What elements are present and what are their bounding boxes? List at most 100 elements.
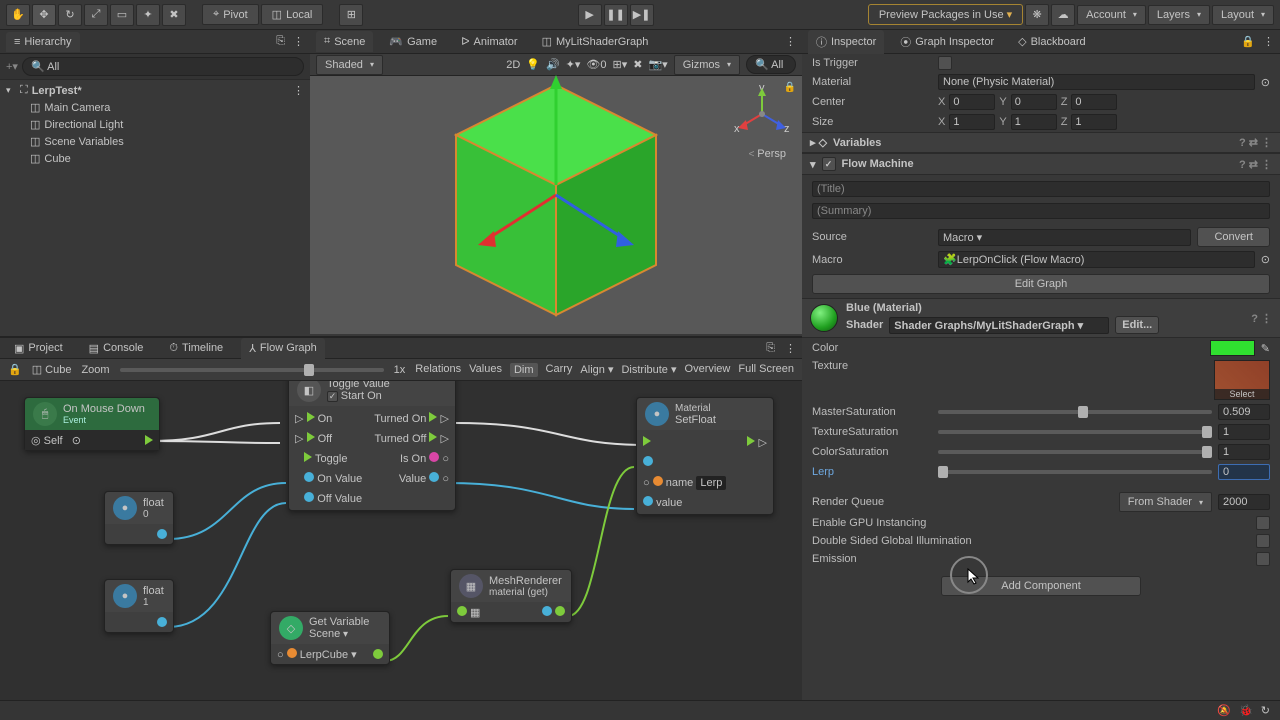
tab-console[interactable]: ▤ Console: [81, 338, 152, 359]
size-x[interactable]: [949, 114, 995, 130]
pause-button[interactable]: ❚❚: [604, 4, 628, 26]
tab-shadergraph[interactable]: ◫ MyLitShaderGraph: [534, 31, 657, 52]
tab-inspector[interactable]: ⓘ Inspector: [808, 30, 884, 54]
size-y[interactable]: [1011, 114, 1057, 130]
opt-dim[interactable]: Dim: [510, 363, 538, 377]
edit-graph-button[interactable]: Edit Graph: [812, 274, 1270, 294]
tab-timeline[interactable]: ⏱ Timeline: [161, 338, 231, 359]
object-picker-icon[interactable]: ⊙: [1261, 76, 1270, 89]
menu-icon[interactable]: ⋮: [293, 35, 304, 48]
color-swatch[interactable]: [1210, 340, 1255, 356]
menu-icon[interactable]: ⋮: [1263, 35, 1274, 48]
popout-icon[interactable]: ⎘: [766, 342, 775, 355]
custom-tool[interactable]: ✖: [162, 4, 186, 26]
add-component-button[interactable]: Add Component: [941, 576, 1141, 596]
scene-view[interactable]: y x z < Persp 🔒: [310, 76, 802, 334]
opt-align[interactable]: Align ▾: [580, 363, 613, 377]
hierarchy-search[interactable]: 🔍 All: [22, 57, 304, 76]
dsgi-check[interactable]: [1256, 534, 1270, 548]
opt-overview[interactable]: Overview: [685, 363, 731, 377]
rotate-tool[interactable]: ↻: [58, 4, 82, 26]
node-float-1[interactable]: ●float1: [104, 579, 174, 633]
tab-scene[interactable]: ⌗ Scene: [316, 31, 373, 52]
macro-summary-field[interactable]: (Summary): [812, 203, 1270, 219]
breadcrumb[interactable]: ◫ Cube: [32, 363, 72, 376]
flow-enabled-check[interactable]: ✓: [822, 157, 836, 171]
tree-item[interactable]: ◫ Cube: [0, 150, 310, 167]
node-toggle-value[interactable]: ◧Toggle Value✓ Start On ▷ OnTurned On ▷ …: [288, 381, 456, 511]
lock-icon[interactable]: 🔒: [8, 363, 22, 376]
master-sat-slider[interactable]: [938, 410, 1212, 414]
scene-row[interactable]: ▾⛶ LerpTest*⋮: [0, 82, 310, 99]
flow-out-port[interactable]: [145, 435, 153, 445]
orientation-gizmo[interactable]: y x z: [732, 84, 792, 144]
tab-animator[interactable]: ᐅ Animator: [453, 31, 526, 52]
center-z[interactable]: [1071, 94, 1117, 110]
lock-icon[interactable]: 🔒: [1241, 35, 1255, 48]
mute-icon[interactable]: 🔕: [1217, 704, 1231, 717]
2d-toggle[interactable]: 2D: [506, 59, 520, 71]
master-sat-value[interactable]: 0.509: [1218, 404, 1270, 420]
step-button[interactable]: ▶❚: [630, 4, 654, 26]
camera-icon[interactable]: 📷▾: [648, 58, 667, 71]
node-get-variable[interactable]: ◇Get VariableScene ▾ ○ LerpCube ▾: [270, 611, 390, 665]
render-queue-dropdown[interactable]: From Shader: [1119, 492, 1212, 512]
audio-toggle[interactable]: 🔊: [546, 58, 560, 71]
popout-icon[interactable]: ⎘: [276, 35, 285, 48]
node-float-0[interactable]: ●float0: [104, 491, 174, 545]
preview-packages-badge[interactable]: Preview Packages in Use ▾: [868, 4, 1023, 25]
lerp-value[interactable]: 0: [1218, 464, 1270, 480]
opt-relations[interactable]: Relations: [415, 363, 461, 377]
hand-tool[interactable]: ✋: [6, 4, 30, 26]
light-toggle[interactable]: 💡: [526, 58, 540, 71]
rect-tool[interactable]: ▭: [110, 4, 134, 26]
pivot-toggle[interactable]: ⌖ Pivot: [202, 4, 259, 25]
material-header[interactable]: Blue (Material) ShaderShader Graphs/MyLi…: [802, 298, 1280, 338]
tab-hierarchy[interactable]: ≡ Hierarchy: [6, 32, 80, 52]
node-on-mouse-down[interactable]: 🖱On Mouse DownEvent ◎ Self ⊙: [24, 397, 160, 451]
gizmos-dropdown[interactable]: Gizmos: [674, 55, 740, 75]
lock-icon[interactable]: 🔒: [784, 82, 796, 93]
color-sat-slider[interactable]: [938, 450, 1212, 454]
tex-sat-value[interactable]: 1: [1218, 424, 1270, 440]
eyedropper-icon[interactable]: ✎: [1261, 342, 1270, 355]
tex-sat-slider[interactable]: [938, 430, 1212, 434]
scale-tool[interactable]: ⤢: [84, 4, 108, 26]
flow-machine-header[interactable]: ▾ ✓ Flow Machine? ⇄ ⋮: [802, 153, 1280, 175]
menu-icon[interactable]: ⋮: [785, 342, 796, 355]
tab-graph-inspector[interactable]: ⦿ Graph Inspector: [892, 30, 1002, 54]
grid-toggle[interactable]: ⊞▾: [613, 58, 628, 71]
scene-vis-toggle[interactable]: 👁0: [586, 58, 606, 71]
opt-fullscreen[interactable]: Full Screen: [738, 363, 794, 377]
node-set-float[interactable]: ●MaterialSetFloat ▷ ○ name Lerp value: [636, 397, 774, 515]
scene-search[interactable]: 🔍 All: [746, 55, 796, 74]
is-trigger-check[interactable]: [938, 56, 952, 70]
lerp-slider[interactable]: [938, 470, 1212, 474]
opt-carry[interactable]: Carry: [546, 363, 573, 377]
value-out-port[interactable]: [157, 529, 167, 539]
texture-swatch[interactable]: Select: [1214, 360, 1270, 400]
transform-tool[interactable]: ✦: [136, 4, 160, 26]
cloud-icon[interactable]: ☁: [1051, 4, 1075, 26]
zoom-slider[interactable]: [120, 368, 384, 372]
convert-button[interactable]: Convert: [1197, 227, 1270, 247]
shader-dropdown[interactable]: Shader Graphs/MyLitShaderGraph ▾: [889, 317, 1109, 334]
variables-header[interactable]: ▸ ◇ Variables? ⇄ ⋮: [802, 132, 1280, 153]
play-button[interactable]: ▶: [578, 4, 602, 26]
bug-icon[interactable]: 🐞: [1239, 704, 1253, 717]
color-sat-value[interactable]: 1: [1218, 444, 1270, 460]
opt-distribute[interactable]: Distribute ▾: [621, 363, 676, 377]
tree-item[interactable]: ◫ Main Camera: [0, 99, 310, 116]
object-picker-icon[interactable]: ⊙: [1261, 253, 1270, 266]
value-out-port[interactable]: [157, 617, 167, 627]
layout-dropdown[interactable]: Layout: [1212, 5, 1274, 25]
tree-item[interactable]: ◫ Directional Light: [0, 116, 310, 133]
local-toggle[interactable]: ◫ Local: [261, 4, 324, 25]
tab-flow-graph[interactable]: ⅄ Flow Graph: [241, 338, 325, 359]
render-queue-value[interactable]: 2000: [1218, 494, 1270, 510]
tab-game[interactable]: 🎮 Game: [381, 31, 445, 52]
tab-blackboard[interactable]: ◇ Blackboard: [1010, 31, 1094, 52]
macro-field[interactable]: 🧩LerpOnClick (Flow Macro): [938, 251, 1255, 268]
menu-icon[interactable]: ⋮: [785, 35, 796, 48]
value-out-port[interactable]: [373, 649, 383, 659]
